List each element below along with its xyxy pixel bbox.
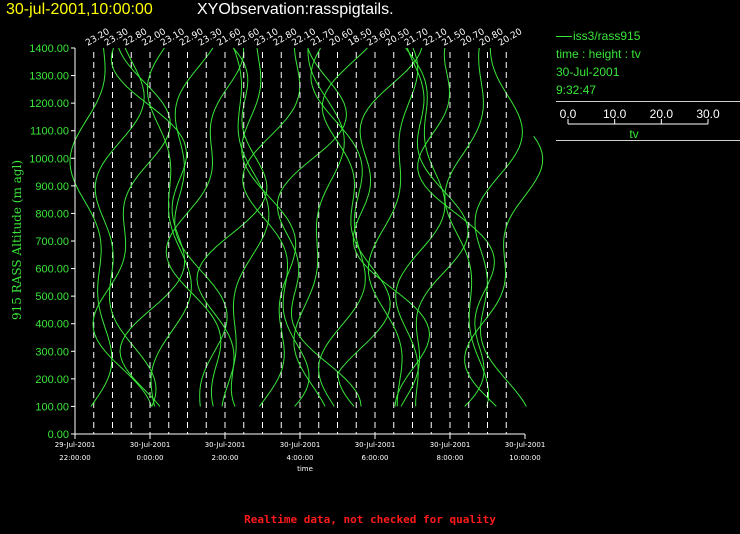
profile-trace: [94, 47, 157, 407]
legend-series-label: iss3/rass915: [573, 29, 641, 43]
legend-scale-tick-label: 10.0: [603, 107, 627, 121]
x-tick-label-date: 30-Jul-2001: [205, 441, 246, 449]
quality-warning-footer: Realtime data, not checked for quality: [244, 513, 496, 526]
x-axis-label: time: [297, 465, 313, 473]
y-tick-label: 0.00: [48, 429, 69, 441]
x-tick-label-date: 30-Jul-2001: [430, 441, 471, 449]
legend-scale-tick-label: 20.0: [650, 107, 674, 121]
profile-trace: [464, 135, 544, 407]
legend-scale-tick-label: 30.0: [696, 107, 720, 121]
profile-trace: [444, 47, 490, 407]
y-tick-label: 500.00: [35, 291, 69, 303]
y-tick-label: 400.00: [35, 319, 69, 331]
x-tick-label-time: 22:00:00: [59, 454, 90, 462]
profile-trace: [242, 47, 310, 407]
x-tick-label-time: 2:00:00: [212, 454, 239, 462]
legend-scale: 0.0 10.0 20.0 30.0 tv: [560, 107, 720, 140]
legend-date: 30-Jul-2001: [556, 65, 620, 79]
y-tick-label: 1200.00: [29, 98, 69, 110]
profile-trace: [352, 47, 431, 407]
y-tick-label: 700.00: [35, 236, 69, 248]
profile-trace: [165, 47, 245, 407]
profile-trace: [146, 47, 192, 407]
x-tick-label-time: 10:00:00: [509, 454, 540, 462]
legend-scale-tick-label: 0.0: [560, 107, 577, 121]
profile-trace: [221, 47, 270, 407]
profile-trace: [196, 47, 268, 407]
y-tick-label: 600.00: [35, 264, 69, 276]
y-tick-label: 900.00: [35, 181, 69, 193]
legend-scale-label: tv: [629, 127, 638, 140]
y-tick-label: 1400.00: [29, 43, 69, 55]
x-tick-label-date: 30-Jul-2001: [280, 441, 321, 449]
profile-trace: [400, 47, 469, 407]
y-tick-label: 200.00: [35, 374, 69, 386]
legend-axes-label: time : height : tv: [556, 47, 641, 61]
legend-series: iss3/rass915: [556, 29, 740, 43]
y-tick-label: 100.00: [35, 401, 69, 413]
y-tick-label: 1000.00: [29, 153, 69, 165]
y-tick-label: 1300.00: [29, 71, 69, 83]
profile-trace: [367, 47, 419, 407]
y-tick-label: 800.00: [35, 208, 69, 220]
y-axis-label: 915 RASS Altitude (m agl): [10, 160, 24, 320]
y-tick-label: 1100.00: [30, 126, 69, 138]
profile-trace: [395, 47, 446, 407]
profile-trace: [69, 47, 113, 407]
x-tick-label-time: 0:00:00: [137, 454, 164, 462]
legend-time: 9:32:47: [556, 83, 597, 97]
profile-trace: [241, 47, 297, 407]
y-tick-label: 300.00: [35, 346, 69, 358]
x-tick-label-time: 8:00:00: [437, 454, 464, 462]
rass-profile-chart: 23.2023.3022.8022.0023.1022.9023.3021.60…: [10, 27, 546, 473]
x-tick-label-date: 30-Jul-2001: [505, 441, 546, 449]
x-tick-label-date: 30-Jul-2001: [355, 441, 396, 449]
legend-line-swatch: [556, 36, 572, 38]
x-tick-label-date: 30-Jul-2001: [130, 441, 171, 449]
profile-trace: [474, 47, 527, 407]
legend-divider-bottom: [556, 140, 740, 141]
x-tick-label-date: 29-Jul-2001: [55, 441, 96, 449]
x-tick-label-time: 4:00:00: [287, 454, 314, 462]
x-tick-label-time: 6:00:00: [362, 454, 389, 462]
